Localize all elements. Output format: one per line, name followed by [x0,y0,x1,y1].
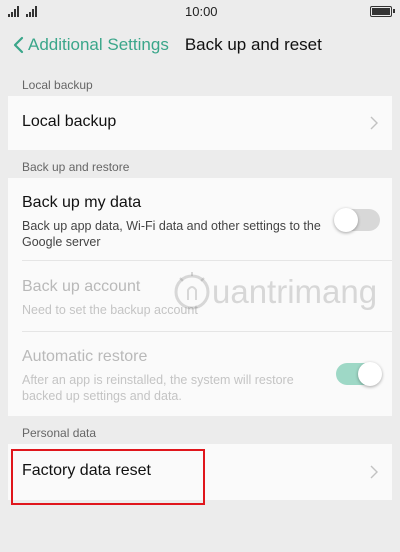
status-time: 10:00 [185,3,218,19]
automatic-restore-toggle [336,362,382,386]
row-subtitle: After an app is reinstalled, the system … [22,373,294,403]
row-subtitle: Back up app data, Wi-Fi data and other s… [22,219,321,249]
row-back-up-my-data[interactable]: Back up my data Back up app data, Wi-Fi … [8,178,392,260]
signal-icon [8,5,37,17]
row-title: Local backup [22,113,117,130]
battery-icon [370,5,395,17]
nav-bar: Additional Settings Back up and reset [0,22,400,68]
row-local-backup[interactable]: Local backup [8,96,392,150]
section-header-personal-data: Personal data [22,426,97,440]
row-subtitle: Need to set the backup account [22,303,198,317]
back-up-my-data-toggle[interactable] [334,208,380,232]
backup-restore-card: Back up my data Back up app data, Wi-Fi … [8,178,392,416]
row-back-up-account: Back up account Need to set the backup a… [8,261,392,331]
page-title: Back up and reset [184,35,322,54]
local-backup-card: Local backup [8,96,392,150]
back-button[interactable]: Additional Settings [12,35,169,55]
row-automatic-restore: Automatic restore After an app is reinst… [8,332,392,416]
chevron-right-icon [370,465,378,479]
section-header-backup-restore: Back up and restore [22,160,130,174]
chevron-left-icon [13,36,24,54]
back-label: Additional Settings [28,35,169,54]
section-header-local-backup: Local backup [22,78,93,92]
row-title: Back up my data [22,194,142,211]
status-bar: 10:00 [0,0,400,22]
chevron-right-icon [370,116,378,130]
row-title: Back up account [22,278,141,295]
row-title: Automatic restore [22,348,148,365]
highlight-box [11,449,205,505]
